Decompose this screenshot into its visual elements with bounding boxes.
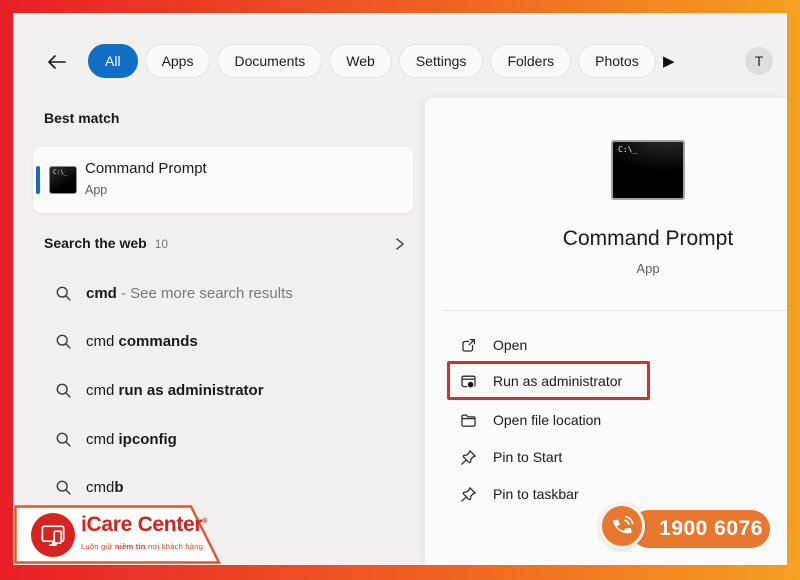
tagline-pre: Luôn giữ	[81, 542, 115, 551]
command-prompt-icon-large: C:\_	[611, 140, 685, 200]
suggestion-text: - See more search results	[117, 285, 293, 302]
search-icon	[55, 431, 72, 448]
search-icon	[55, 479, 72, 496]
run-as-administrator-icon	[460, 373, 477, 390]
hotline-number: 1900 6076	[630, 510, 770, 548]
result-subtitle: App	[85, 183, 107, 197]
action-label: Open	[493, 337, 527, 353]
suggestion-cmd-commands[interactable]: cmd commands	[55, 327, 405, 355]
filter-tabs: All Apps Documents Web Settings Folders …	[88, 44, 656, 78]
tab-photos[interactable]: Photos	[578, 44, 656, 78]
hotline-badge: 1900 6076	[596, 500, 776, 558]
search-icon	[55, 382, 72, 399]
suggestion-cmd-run-as-administrator[interactable]: cmd run as administrator	[55, 376, 405, 404]
back-button[interactable]	[45, 50, 69, 74]
tagline-post: nơi khách hàng	[146, 542, 203, 551]
suggestion-text: commands	[119, 333, 198, 350]
query-text: cmd	[86, 479, 114, 496]
best-match-heading: Best match	[44, 110, 119, 126]
action-label: Open file location	[493, 412, 601, 428]
user-avatar[interactable]: T	[745, 47, 773, 75]
query-text: cmd	[86, 431, 119, 448]
branded-frame: All Apps Documents Web Settings Folders …	[0, 0, 800, 580]
selection-indicator	[36, 166, 40, 194]
folder-icon	[460, 412, 477, 429]
action-label: Run as administrator	[493, 373, 622, 389]
suggestion-text: ipconfig	[119, 431, 177, 448]
windows-search-window: All Apps Documents Web Settings Folders …	[13, 13, 787, 565]
suggestion-cmd-ipconfig[interactable]: cmd ipconfig	[55, 425, 405, 453]
preview-panel: C:\_ Command Prompt App Open Run as admi…	[425, 98, 787, 565]
query-text: cmd	[86, 285, 117, 302]
tab-documents[interactable]: Documents	[217, 44, 322, 78]
action-label: Pin to taskbar	[493, 486, 579, 502]
tagline-bold: niềm tin	[115, 542, 146, 551]
registered-mark: ®	[202, 518, 207, 525]
tab-all[interactable]: All	[88, 44, 138, 78]
open-external-icon	[460, 337, 477, 354]
best-match-result[interactable]: C:\_ Command Prompt App	[33, 147, 413, 213]
icare-center-logo-badge: iCare Center® Luôn giữ niềm tin nơi khác…	[14, 505, 222, 564]
action-run-as-administrator[interactable]: Run as administrator	[460, 370, 622, 392]
command-prompt-icon: C:\_	[49, 166, 77, 194]
pin-icon	[460, 449, 477, 466]
search-web-count: 10	[155, 237, 168, 251]
action-open-file-location[interactable]: Open file location	[460, 409, 601, 431]
logo-text: iCare Center	[81, 513, 202, 536]
query-text: cmd	[86, 333, 119, 350]
action-open[interactable]: Open	[460, 334, 527, 356]
query-text: cmd	[86, 382, 119, 399]
tab-settings[interactable]: Settings	[399, 44, 484, 78]
tab-apps[interactable]: Apps	[145, 44, 211, 78]
suggestion-text: b	[114, 479, 123, 496]
more-tabs-icon[interactable]: ▶	[663, 52, 675, 70]
search-icon	[55, 285, 72, 302]
action-pin-to-taskbar[interactable]: Pin to taskbar	[460, 483, 579, 505]
tab-web[interactable]: Web	[329, 44, 392, 78]
divider	[443, 310, 787, 311]
icare-logo-icon	[31, 513, 75, 557]
preview-title: Command Prompt	[563, 227, 733, 251]
tab-folders[interactable]: Folders	[490, 44, 571, 78]
pin-icon	[460, 486, 477, 503]
preview-subtitle: App	[636, 261, 659, 276]
suggestion-text: run as administrator	[119, 382, 264, 399]
suggestion-see-more[interactable]: cmd - See more search results	[55, 279, 405, 307]
result-title: Command Prompt	[85, 160, 207, 177]
suggestion-cmdb[interactable]: cmdb	[55, 473, 405, 501]
search-web-heading: Search the web 10	[44, 235, 168, 251]
icare-logo-tagline: Luôn giữ niềm tin nơi khách hàng	[81, 542, 203, 551]
search-icon	[55, 333, 72, 350]
chevron-right-icon[interactable]	[393, 237, 407, 251]
icare-logo-title: iCare Center®	[81, 513, 207, 537]
search-web-label: Search the web	[44, 235, 147, 251]
back-arrow-icon	[45, 50, 69, 74]
action-label: Pin to Start	[493, 449, 562, 465]
phone-icon	[599, 503, 645, 549]
action-pin-to-start[interactable]: Pin to Start	[460, 446, 562, 468]
